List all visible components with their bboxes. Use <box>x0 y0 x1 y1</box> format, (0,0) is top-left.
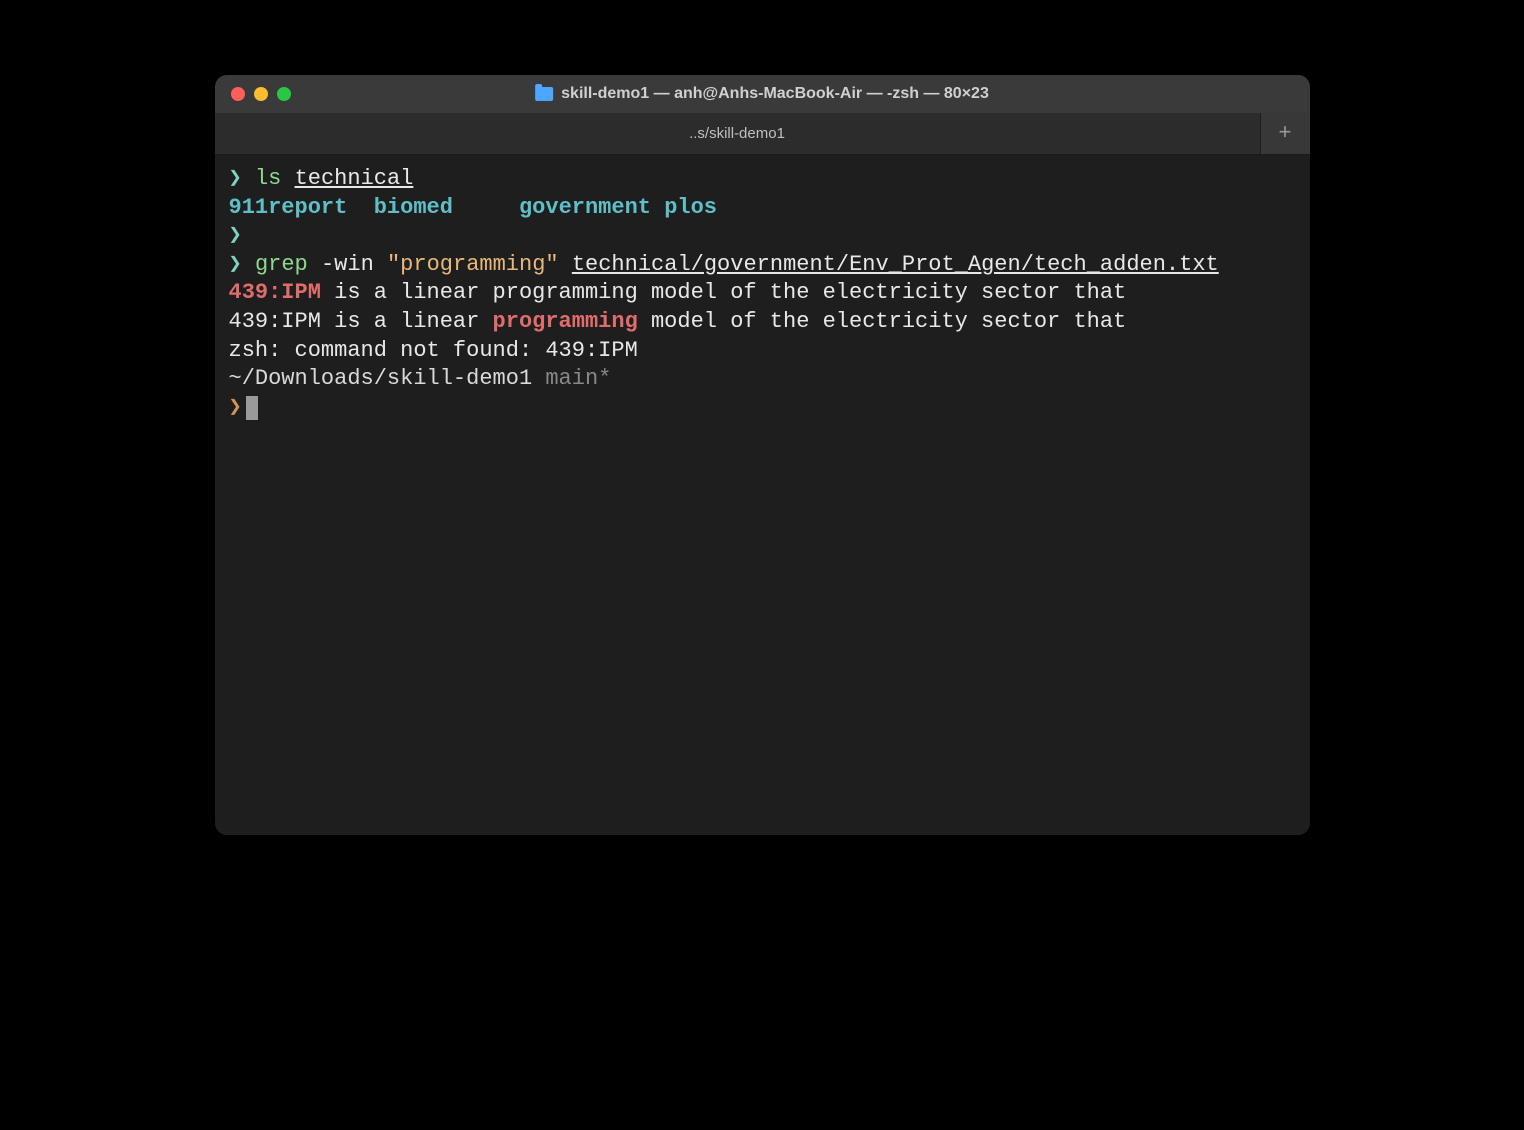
maximize-button[interactable] <box>277 87 291 101</box>
prompt-symbol: ❯ <box>229 223 242 248</box>
plus-icon: + <box>1278 121 1291 146</box>
output-text: 439:IPM is a linear <box>229 309 493 334</box>
tab-bar: ..s/skill-demo1 + <box>215 113 1310 155</box>
terminal-line: ❯ <box>229 394 1296 423</box>
directory-name: 911report <box>229 195 348 220</box>
terminal-line: 439:IPM is a linear programming model of… <box>229 308 1296 337</box>
terminal-line: 439:IPM is a linear programming model of… <box>229 279 1296 308</box>
terminal-line: ❯ ls technical <box>229 165 1296 194</box>
grep-match-lineno: 439:IPM <box>229 280 321 305</box>
folder-icon <box>535 87 553 101</box>
output-text: is a linear programming model of the ele… <box>321 280 1126 305</box>
terminal-line: 911report biomed government plos <box>229 194 1296 223</box>
directory-name: government <box>519 195 651 220</box>
terminal-line: zsh: command not found: 439:IPM <box>229 337 1296 366</box>
window-title: skill-demo1 — anh@Anhs-MacBook-Air — -zs… <box>535 85 989 103</box>
tab-active[interactable]: ..s/skill-demo1 <box>215 113 1260 154</box>
command-string: "programming" <box>387 252 559 277</box>
cwd-path: ~/Downloads/skill-demo1 <box>229 366 533 391</box>
prompt-symbol: ❯ <box>229 395 242 420</box>
window-title-text: skill-demo1 — anh@Anhs-MacBook-Air — -zs… <box>561 85 989 103</box>
terminal-window: skill-demo1 — anh@Anhs-MacBook-Air — -zs… <box>215 75 1310 835</box>
tab-label: ..s/skill-demo1 <box>689 125 785 142</box>
terminal-line: ❯ grep -win "programming" technical/gove… <box>229 251 1296 280</box>
error-text: zsh: command not found: 439:IPM <box>229 338 638 363</box>
command-text: grep <box>255 252 308 277</box>
cursor-icon <box>246 396 258 420</box>
close-button[interactable] <box>231 87 245 101</box>
window-controls <box>231 87 291 101</box>
prompt-symbol: ❯ <box>229 252 242 277</box>
command-flags: -win <box>321 252 374 277</box>
command-arg: technical <box>295 166 414 191</box>
directory-name: plos <box>664 195 717 220</box>
new-tab-button[interactable]: + <box>1260 113 1310 154</box>
command-path: technical/government/Env_Prot_Agen/tech_… <box>572 252 1219 277</box>
minimize-button[interactable] <box>254 87 268 101</box>
terminal-line: ~/Downloads/skill-demo1 main* <box>229 365 1296 394</box>
terminal-content[interactable]: ❯ ls technical 911report biomed governme… <box>215 155 1310 835</box>
window-titlebar[interactable]: skill-demo1 — anh@Anhs-MacBook-Air — -zs… <box>215 75 1310 113</box>
command-text: ls <box>255 166 281 191</box>
terminal-line: ❯ <box>229 222 1296 251</box>
prompt-symbol: ❯ <box>229 166 242 191</box>
directory-name: biomed <box>374 195 453 220</box>
grep-match-word: programming <box>493 309 638 334</box>
output-text: model of the electricity sector that <box>638 309 1126 334</box>
git-branch: main* <box>545 366 611 391</box>
